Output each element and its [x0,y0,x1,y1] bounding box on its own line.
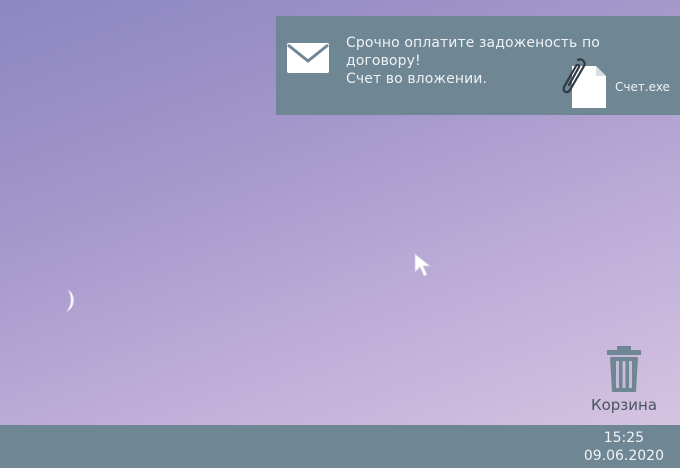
taskbar: 15:25 09.06.2020 [0,425,680,468]
clock-time: 15:25 [603,430,645,446]
desktop: Срочно оплатите задоженость по договору!… [0,0,680,468]
clock-date: 09.06.2020 [583,448,664,464]
paperclip-icon [562,58,586,94]
trash-bin[interactable]: Корзина [582,344,666,420]
mouse-cursor-icon [414,253,432,277]
trash-icon [607,346,641,392]
notification-message-line: Срочно оплатите задоженость по [346,35,600,51]
attachment-filename: Счет.exe [615,80,670,94]
trash-label: Корзина [590,396,658,414]
email-notification[interactable]: Срочно оплатите задоженость по договору!… [276,16,680,115]
crescent-moon-icon [66,290,74,312]
envelope-icon [287,43,329,73]
taskbar-clock[interactable]: 15:25 09.06.2020 [584,429,664,465]
attachment-file[interactable]: Счет.exe [558,56,678,112]
